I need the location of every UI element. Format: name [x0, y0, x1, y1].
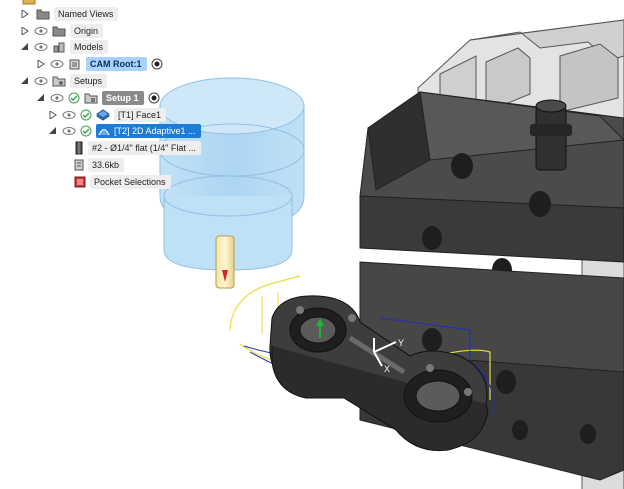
tree-row-adaptive1[interactable]: [T2] 2D Adaptive1 ...	[48, 123, 201, 139]
collapse-arrow-icon[interactable]	[20, 42, 30, 52]
tree-row-tool[interactable]: #2 - Ø1/4" flat (1/4" Flat ...	[74, 140, 201, 156]
tree-row-face1[interactable]: [T1] Face1	[48, 107, 167, 123]
check-icon	[80, 109, 92, 121]
tree-item-label: Named Views	[54, 7, 119, 21]
eye-icon[interactable]	[34, 42, 48, 52]
tree-item-label: 33.6kb	[88, 158, 125, 172]
expand-arrow-icon[interactable]	[20, 26, 30, 36]
folder-icon	[52, 25, 66, 37]
setup-icon	[84, 92, 98, 104]
tree-row-nc-size[interactable]: 33.6kb	[74, 157, 125, 173]
collapse-arrow-icon[interactable]	[48, 126, 58, 136]
eye-icon[interactable]	[50, 93, 64, 103]
tree-row-setup-1[interactable]: Setup 1	[36, 90, 160, 106]
eye-icon[interactable]	[34, 76, 48, 86]
tree-item-label-selected: [T2] 2D Adaptive1 ...	[96, 124, 201, 138]
expand-arrow-icon[interactable]	[20, 9, 30, 19]
activate-radio-icon[interactable]	[148, 92, 160, 104]
nc-size-icon	[74, 159, 84, 171]
expand-arrow-icon[interactable]	[36, 59, 46, 69]
tree-item-label: Setup 1	[102, 91, 144, 105]
collapse-arrow-icon[interactable]	[20, 76, 30, 86]
triad-x-label: X	[384, 364, 390, 374]
tree-item-label: [T1] Face1	[114, 108, 167, 122]
vise-knob	[530, 99, 572, 171]
tree-row-cam-root[interactable]: CAM Root:1	[36, 56, 163, 72]
tool-icon	[74, 141, 84, 155]
eye-icon[interactable]	[34, 26, 48, 36]
tree-row-origin[interactable]: Origin	[20, 23, 104, 39]
tree-item-label: CAM Root:1	[86, 57, 147, 71]
eye-icon[interactable]	[50, 59, 64, 69]
component-icon	[68, 58, 82, 70]
check-icon	[68, 92, 80, 104]
folder-icon	[36, 8, 50, 20]
tree-item-label: Pocket Selections	[90, 175, 171, 189]
models-icon	[52, 41, 66, 53]
tree-item-label: #2 - Ø1/4" flat (1/4" Flat ...	[88, 141, 201, 155]
check-icon	[80, 125, 92, 137]
tree-row-models[interactable]: Models	[20, 39, 109, 55]
triad-y-label: Y	[398, 338, 404, 348]
eye-icon[interactable]	[62, 126, 76, 136]
activate-radio-icon[interactable]	[151, 58, 163, 70]
setups-icon	[52, 75, 66, 87]
tree-item-label: Models	[70, 40, 109, 54]
selection-icon	[74, 176, 86, 188]
vise-upper-jaw	[359, 91, 624, 282]
cutting-tool	[215, 235, 235, 289]
tree-row-named-views[interactable]: Named Views	[20, 6, 119, 22]
tree-item-label: Origin	[70, 24, 104, 38]
adaptive-op-icon	[98, 126, 110, 136]
tree-item-label: Setups	[70, 74, 108, 88]
face-op-icon	[96, 109, 110, 121]
collapse-arrow-icon[interactable]	[36, 93, 46, 103]
expand-arrow-icon[interactable]	[48, 110, 58, 120]
tree-row-pocket-selections[interactable]: Pocket Selections	[74, 174, 171, 190]
eye-icon[interactable]	[62, 110, 76, 120]
tree-row-setups[interactable]: Setups	[20, 73, 108, 89]
